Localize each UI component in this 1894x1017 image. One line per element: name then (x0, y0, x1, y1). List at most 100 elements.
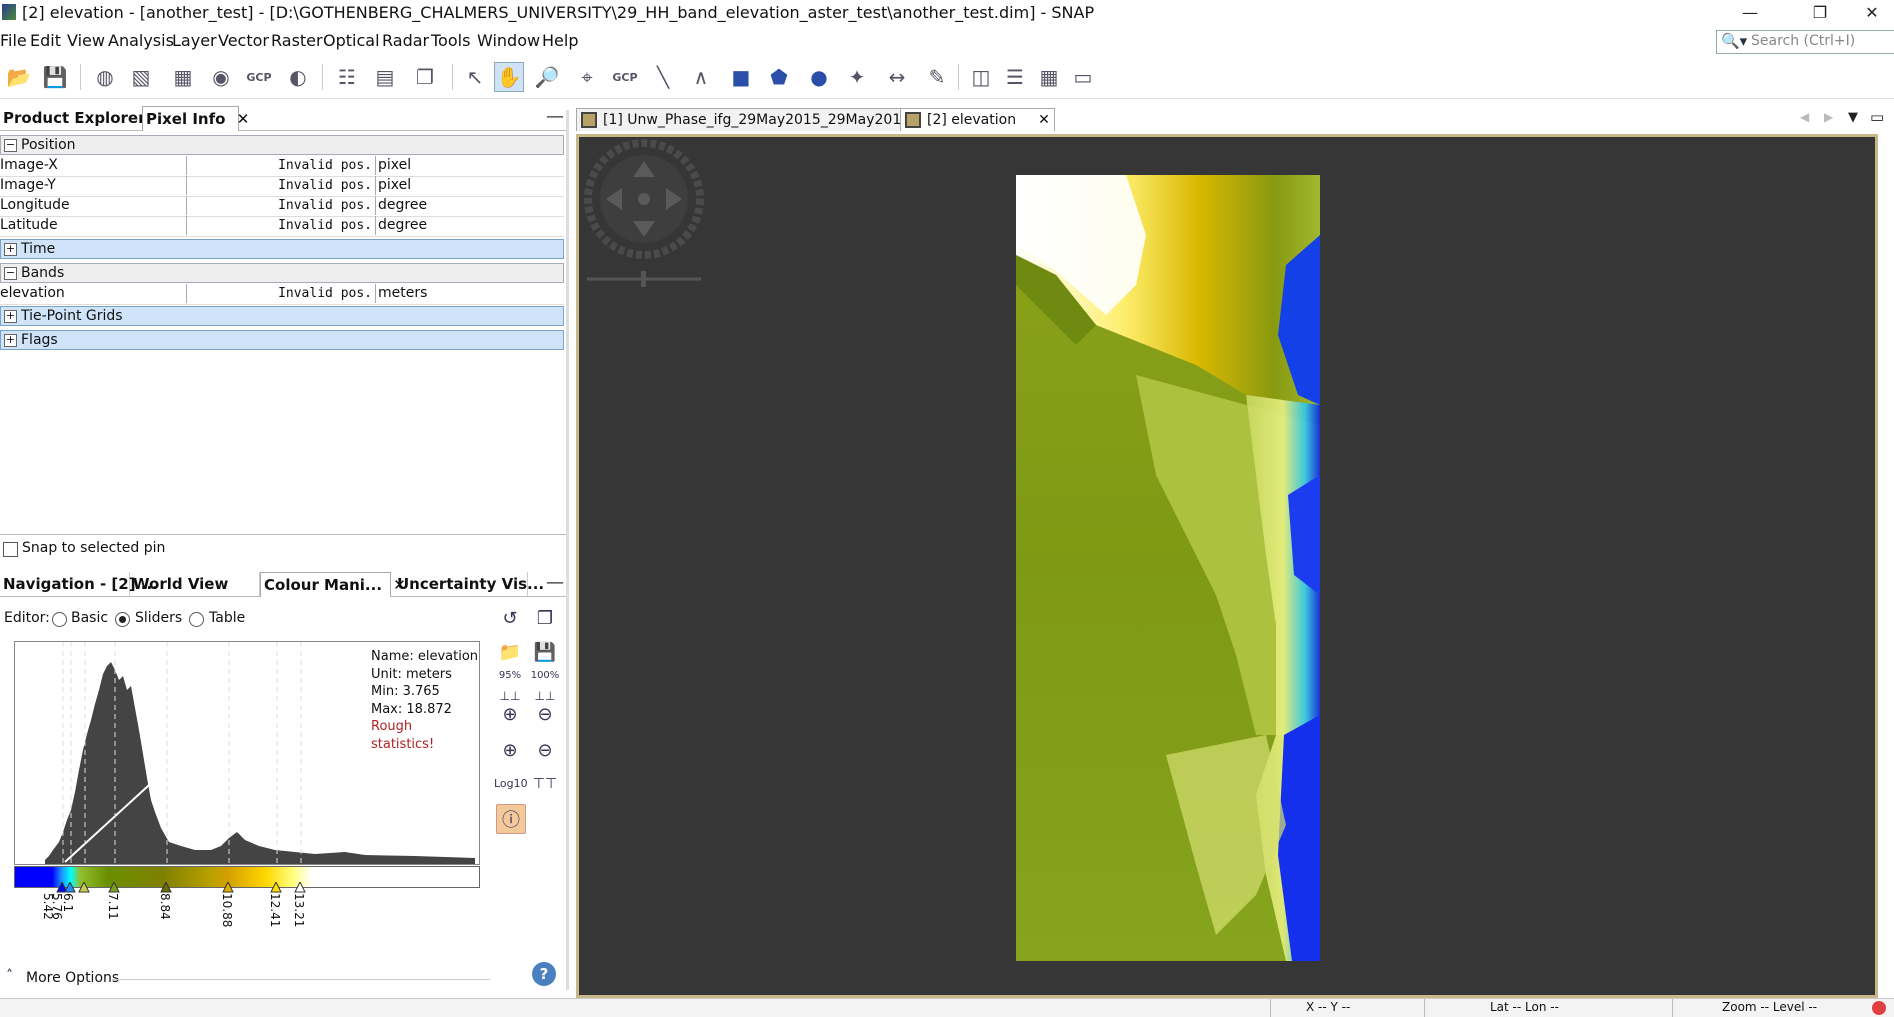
more-options-label[interactable]: More Options (26, 970, 119, 986)
maximize-view-icon[interactable]: ▭ (1870, 108, 1884, 126)
graph-builder-icon[interactable]: ☷ (332, 62, 362, 92)
group-tie-point-grids[interactable]: + Tie-Point Grids (0, 306, 564, 326)
image-viewport[interactable] (576, 134, 1878, 998)
save-product-icon[interactable]: 💾 (40, 62, 70, 92)
slider-12-41[interactable] (270, 882, 282, 893)
tile-horizontal-icon[interactable]: ☰ (1000, 62, 1030, 92)
tab-colour-manipulation[interactable]: Colour Mani... ✕ (260, 572, 406, 597)
panel-splitter[interactable] (566, 110, 569, 990)
pan-center-icon[interactable] (638, 193, 650, 205)
product-subset-icon[interactable]: ▧ (126, 62, 156, 92)
draw-tool-icon[interactable]: ✎ (922, 62, 952, 92)
distribute-evenly-icon[interactable]: ⊤⊤ (531, 770, 559, 798)
polyline-tool-icon[interactable]: ∧ (686, 62, 716, 92)
zoom-slider-handle[interactable] (641, 271, 646, 287)
error-indicator-icon[interactable] (1872, 1001, 1886, 1015)
help-icon[interactable]: ? (532, 962, 556, 986)
zoom-out-horizontal-icon[interactable]: ⊖ (531, 736, 559, 764)
expand-more-options-icon[interactable]: ˄ (6, 968, 13, 984)
mask-manager-icon[interactable]: ◐ (283, 62, 313, 92)
polygon-tool-icon[interactable]: ⬟ (764, 62, 794, 92)
collapse-icon[interactable]: − (4, 267, 17, 280)
search-field[interactable]: 🔍▾ Search (Ctrl+I) (1716, 30, 1894, 54)
menu-help[interactable]: Help (542, 31, 578, 50)
export-palette-icon[interactable]: 💾 (531, 638, 559, 666)
menu-radar[interactable]: Radar (382, 31, 429, 50)
tab-list-dropdown-icon[interactable]: ▼ (1848, 110, 1858, 125)
line-tool-icon[interactable]: ╲ (648, 62, 678, 92)
minimize-button[interactable]: — (1728, 0, 1772, 25)
scroll-tabs-left-icon[interactable]: ◀ (1800, 110, 1809, 124)
menu-analysis[interactable]: Analysis (108, 31, 174, 50)
zoom-95-label[interactable]: 95% (494, 670, 526, 681)
select-tool-icon[interactable]: ↖ (460, 62, 490, 92)
reset-defaults-icon[interactable]: ↺ (496, 604, 524, 632)
menu-window[interactable]: Window (477, 31, 540, 50)
slider-6-1[interactable] (78, 882, 90, 893)
rectangle-tool-icon[interactable]: ■ (726, 62, 756, 92)
slider-8-84[interactable] (160, 882, 172, 893)
batch-processing-icon[interactable]: ▤ (370, 62, 400, 92)
radio-table[interactable] (189, 612, 204, 627)
log10-toggle[interactable]: Log10 (494, 777, 528, 790)
close-button[interactable]: ✕ (1850, 0, 1894, 25)
gcp-tool-icon[interactable]: GCP (610, 62, 640, 92)
tile-vertical-icon[interactable]: ◫ (966, 62, 996, 92)
tab-navigation[interactable]: Navigation - [2] ... (0, 572, 158, 596)
expand-icon[interactable]: + (4, 334, 17, 347)
multi-apply-icon[interactable]: ❐ (531, 604, 559, 632)
minimize-panel-icon[interactable]: — (546, 106, 564, 128)
group-bands[interactable]: − Bands (0, 263, 564, 283)
menu-tools[interactable]: Tools (431, 31, 470, 50)
menu-file[interactable]: File (0, 31, 27, 50)
gcp-manager-icon[interactable]: GCP (244, 62, 274, 92)
zoom-out-vertical-icon[interactable]: ⊖ (531, 700, 559, 728)
slider-10-88[interactable] (222, 882, 234, 893)
zoom-tool-icon[interactable]: 🔎 (532, 62, 562, 92)
group-time[interactable]: + Time (0, 239, 564, 259)
tile-single-icon[interactable]: ▭ (1068, 62, 1098, 92)
slider-5-76[interactable] (64, 882, 76, 893)
close-tab-icon[interactable]: ✕ (237, 110, 250, 128)
menu-vector[interactable]: Vector (218, 31, 269, 50)
zoom-100-label[interactable]: 100% (529, 670, 561, 681)
slider-7-11[interactable] (108, 882, 120, 893)
radio-basic[interactable] (52, 612, 67, 627)
zoom-in-vertical-icon[interactable]: ⊕ (496, 700, 524, 728)
pin-placing-tool-icon[interactable]: ⌖ (572, 62, 602, 92)
tab-view-unw-phase[interactable]: [1] Unw_Phase_ifg_29May2015_29May2015✕ (576, 108, 941, 131)
snap-to-pin-checkbox[interactable] (3, 542, 18, 557)
image-view-sync-icon[interactable]: ❐ (410, 62, 440, 92)
import-palette-icon[interactable]: 📁 (496, 638, 524, 666)
minimize-panel-icon[interactable]: — (546, 572, 564, 594)
info-toggle-icon[interactable]: ⓘ (496, 804, 526, 834)
ellipse-tool-icon[interactable]: ● (804, 62, 834, 92)
menu-layer[interactable]: Layer (172, 31, 217, 50)
collapse-icon[interactable]: − (4, 139, 17, 152)
range-finder-icon[interactable]: ↔ (882, 62, 912, 92)
navigation-control[interactable] (583, 139, 705, 289)
zoom-in-horizontal-icon[interactable]: ⊕ (496, 736, 524, 764)
tile-grid-icon[interactable]: ▦ (1034, 62, 1064, 92)
tab-pixel-info[interactable]: Pixel Info ✕ (142, 106, 249, 131)
tab-product-explorer[interactable]: Product Explorer (0, 106, 145, 130)
slider-13-21[interactable] (294, 882, 306, 893)
pan-tool-icon[interactable]: ✋ (494, 62, 524, 92)
magic-wand-tool-icon[interactable]: ✦ (842, 62, 872, 92)
scroll-tabs-right-icon[interactable]: ▶ (1824, 110, 1833, 124)
group-position[interactable]: − Position (0, 135, 564, 155)
tab-view-elevation[interactable]: [2] elevation ✕ (900, 108, 1055, 131)
menu-raster[interactable]: Raster (271, 31, 323, 50)
restore-button[interactable]: ❐ (1798, 0, 1842, 25)
elevation-raster-image[interactable] (1016, 175, 1320, 961)
group-flags[interactable]: + Flags (0, 330, 564, 350)
menu-view[interactable]: View (67, 31, 105, 50)
expand-icon[interactable]: + (4, 243, 17, 256)
grid-layer-icon[interactable]: ▦ (168, 62, 198, 92)
close-tab-icon[interactable]: ✕ (1038, 112, 1050, 128)
expand-icon[interactable]: + (4, 310, 17, 323)
histogram-area[interactable]: Name: elevation Unit: meters Min: 3.765 … (14, 641, 480, 865)
radio-sliders[interactable] (115, 612, 130, 627)
menu-optical[interactable]: Optical (323, 31, 380, 50)
open-product-icon[interactable]: 📂 (4, 62, 34, 92)
